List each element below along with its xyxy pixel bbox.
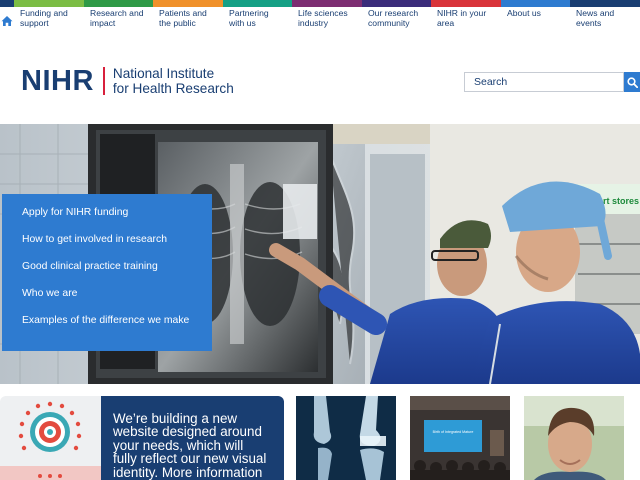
nav-item-label: events: [576, 17, 602, 28]
announcement-line: identity. More information: [113, 464, 263, 480]
search-button[interactable]: [624, 72, 640, 92]
nav-item-label: About us: [507, 8, 541, 18]
tile-conference[interactable]: Birth of Integrated Mature: [410, 396, 510, 480]
logo-wordmark: National Institute for Health Research: [113, 66, 234, 96]
nav-item-label: industry: [298, 17, 329, 28]
hero-banner: smart stores Apply for NIHR funding How …: [0, 124, 640, 384]
nav-color-strip: [153, 0, 223, 7]
nav-color-strip: [84, 0, 153, 7]
knee-xray-image: [296, 396, 396, 480]
researcher-portrait-photo: [524, 396, 624, 480]
conference-photo: Birth of Integrated Mature: [410, 396, 510, 480]
nav-item-nihr-in-your-area[interactable]: NIHR in your area: [431, 0, 501, 42]
nihr-logo[interactable]: NIHR National Institute for Health Resea…: [21, 64, 234, 97]
announcement-line: website designed around: [113, 424, 262, 440]
announcement-line: We’re building a new: [113, 411, 238, 426]
nav-color-strip: [362, 0, 431, 7]
nav-item-label: community: [368, 17, 410, 28]
quick-link-who-we-are[interactable]: Who we are: [22, 288, 212, 299]
home-link[interactable]: [0, 0, 14, 42]
home-icon: [1, 16, 13, 26]
quick-link-apply-for-funding[interactable]: Apply for NIHR funding: [22, 207, 212, 218]
nav-color-strip: [501, 0, 570, 7]
announcement-line: your needs, which will: [113, 437, 244, 453]
nav-item-label: with us: [229, 17, 256, 28]
nav-item-label: area: [437, 17, 455, 28]
logo-line-1: National Institute: [112, 66, 215, 81]
nav-item-label: impact: [90, 17, 116, 28]
nav-item-label: support: [20, 17, 49, 28]
nav-item-life-sciences-industry[interactable]: Life sciences industry: [292, 0, 362, 42]
hero-quick-links: Apply for NIHR funding How to get involv…: [2, 194, 212, 351]
nav-color-strip: [570, 0, 640, 7]
top-navigation: Funding and support Research and impact …: [0, 0, 640, 42]
conference-screen-text: Birth of Integrated Mature: [433, 430, 474, 434]
target-illustration-icon: [0, 401, 101, 480]
tile-researcher-portrait[interactable]: [524, 396, 624, 480]
nav-color-strip: [223, 0, 292, 7]
nav-item-about-us[interactable]: About us: [501, 0, 570, 42]
search-input[interactable]: [464, 72, 624, 92]
new-website-illustration: [0, 396, 101, 480]
nav-item-patients-and-the-public[interactable]: Patients and the public: [153, 0, 223, 42]
search-icon: [626, 76, 638, 88]
home-color-strip: [0, 0, 14, 7]
logo-line-2: for Health Research: [112, 81, 234, 96]
nav-item-partnering-with-us[interactable]: Partnering with us: [223, 0, 292, 42]
tile-knee-xray[interactable]: [296, 396, 396, 480]
nav-item-news-and-events[interactable]: News and events: [570, 0, 640, 42]
nav-item-research-and-impact[interactable]: Research and impact: [84, 0, 153, 42]
quick-link-gcp-training[interactable]: Good clinical practice training: [22, 261, 212, 272]
search-form: [464, 72, 640, 92]
logo-mark: NIHR: [21, 64, 94, 97]
nav-color-strip: [431, 0, 501, 7]
nav-item-our-research-community[interactable]: Our research community: [362, 0, 431, 42]
quick-link-examples-of-difference[interactable]: Examples of the difference we make: [22, 315, 212, 326]
announcement-line: fully reflect our new visual: [113, 451, 267, 467]
nav-color-strip: [292, 0, 362, 7]
nav-item-label: the public: [159, 17, 196, 28]
nav-item-funding-and-support[interactable]: Funding and support: [14, 0, 84, 42]
logo-divider: [102, 67, 105, 95]
new-website-announcement[interactable]: We’re building a new website designed ar…: [101, 396, 284, 480]
nav-color-strip: [14, 0, 84, 7]
quick-link-get-involved[interactable]: How to get involved in research: [22, 234, 212, 245]
